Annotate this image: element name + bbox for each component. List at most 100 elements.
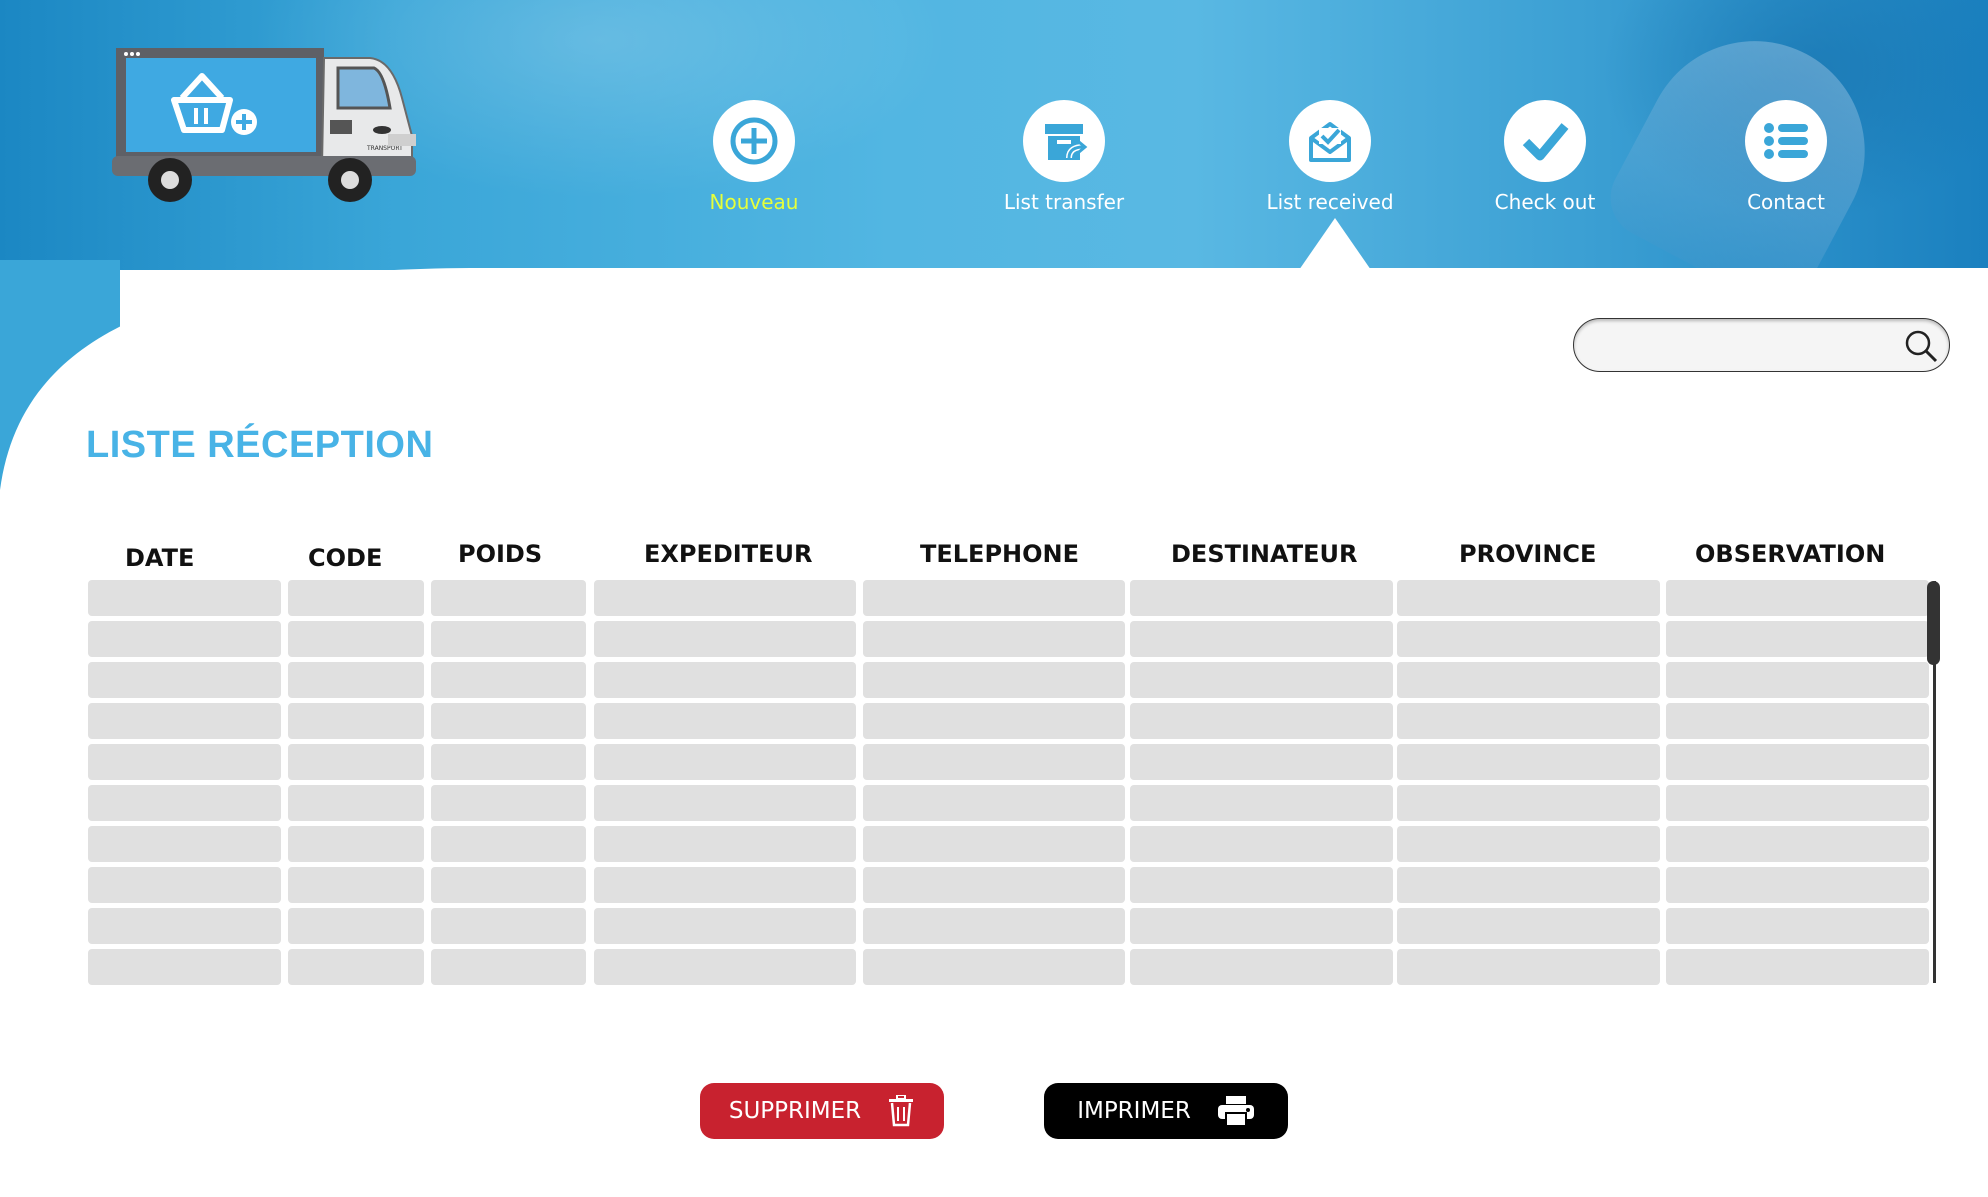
table-cell-expediteur[interactable] (594, 621, 856, 657)
nav-list-received-circle[interactable] (1289, 100, 1371, 182)
table-cell-observation[interactable] (1666, 867, 1929, 903)
table-cell-date[interactable] (88, 744, 281, 780)
table-cell-telephone[interactable] (863, 703, 1125, 739)
table-cell-province[interactable] (1397, 908, 1660, 944)
table-cell-province[interactable] (1397, 744, 1660, 780)
table-cell-observation[interactable] (1666, 785, 1929, 821)
table-cell-destinateur[interactable] (1130, 703, 1393, 739)
table-cell-poids[interactable] (431, 908, 586, 944)
table-row[interactable] (0, 785, 1988, 821)
table-scrollbar-thumb[interactable] (1927, 581, 1940, 665)
table-cell-expediteur[interactable] (594, 744, 856, 780)
table-cell-observation[interactable] (1666, 580, 1929, 616)
table-cell-observation[interactable] (1666, 703, 1929, 739)
table-cell-date[interactable] (88, 621, 281, 657)
table-row[interactable] (0, 662, 1988, 698)
table-cell-poids[interactable] (431, 785, 586, 821)
table-row[interactable] (0, 744, 1988, 780)
table-row[interactable] (0, 949, 1988, 985)
table-cell-poids[interactable] (431, 621, 586, 657)
table-cell-destinateur[interactable] (1130, 621, 1393, 657)
table-cell-date[interactable] (88, 867, 281, 903)
table-cell-expediteur[interactable] (594, 908, 856, 944)
table-cell-poids[interactable] (431, 867, 586, 903)
table-cell-province[interactable] (1397, 662, 1660, 698)
table-cell-province[interactable] (1397, 949, 1660, 985)
table-cell-date[interactable] (88, 908, 281, 944)
table-cell-date[interactable] (88, 662, 281, 698)
search-input[interactable] (1594, 329, 1888, 361)
table-cell-code[interactable] (288, 703, 424, 739)
table-row[interactable] (0, 703, 1988, 739)
table-cell-destinateur[interactable] (1130, 580, 1393, 616)
nav-list-received[interactable]: List received (1240, 100, 1420, 214)
table-cell-telephone[interactable] (863, 621, 1125, 657)
nav-list-transfer-circle[interactable] (1023, 100, 1105, 182)
nav-list-transfer[interactable]: List transfer (974, 100, 1154, 214)
table-cell-destinateur[interactable] (1130, 744, 1393, 780)
table-cell-province[interactable] (1397, 580, 1660, 616)
table-cell-telephone[interactable] (863, 867, 1125, 903)
table-cell-destinateur[interactable] (1130, 826, 1393, 862)
table-cell-destinateur[interactable] (1130, 908, 1393, 944)
table-cell-expediteur[interactable] (594, 785, 856, 821)
table-cell-code[interactable] (288, 785, 424, 821)
table-cell-telephone[interactable] (863, 908, 1125, 944)
table-cell-poids[interactable] (431, 826, 586, 862)
nav-nouveau[interactable]: Nouveau (664, 100, 844, 214)
table-cell-province[interactable] (1397, 703, 1660, 739)
table-row[interactable] (0, 826, 1988, 862)
table-cell-telephone[interactable] (863, 662, 1125, 698)
table-cell-telephone[interactable] (863, 744, 1125, 780)
table-cell-destinateur[interactable] (1130, 785, 1393, 821)
table-row[interactable] (0, 580, 1988, 616)
delete-button[interactable]: SUPPRIMER (700, 1083, 944, 1139)
table-cell-destinateur[interactable] (1130, 949, 1393, 985)
table-cell-code[interactable] (288, 580, 424, 616)
table-cell-observation[interactable] (1666, 826, 1929, 862)
table-cell-code[interactable] (288, 949, 424, 985)
table-cell-code[interactable] (288, 662, 424, 698)
table-cell-observation[interactable] (1666, 662, 1929, 698)
table-cell-expediteur[interactable] (594, 662, 856, 698)
table-cell-observation[interactable] (1666, 949, 1929, 985)
table-cell-expediteur[interactable] (594, 703, 856, 739)
table-cell-telephone[interactable] (863, 580, 1125, 616)
nav-nouveau-circle[interactable] (713, 100, 795, 182)
table-cell-expediteur[interactable] (594, 826, 856, 862)
table-cell-observation[interactable] (1666, 908, 1929, 944)
nav-check-out[interactable]: Check out (1455, 100, 1635, 214)
table-cell-date[interactable] (88, 949, 281, 985)
print-button[interactable]: IMPRIMER (1044, 1083, 1288, 1139)
table-cell-code[interactable] (288, 744, 424, 780)
table-cell-province[interactable] (1397, 621, 1660, 657)
search-icon[interactable] (1903, 328, 1939, 364)
table-cell-poids[interactable] (431, 580, 586, 616)
table-cell-province[interactable] (1397, 826, 1660, 862)
nav-contact-circle[interactable] (1745, 100, 1827, 182)
table-cell-date[interactable] (88, 703, 281, 739)
table-cell-date[interactable] (88, 826, 281, 862)
table-cell-telephone[interactable] (863, 949, 1125, 985)
table-cell-destinateur[interactable] (1130, 867, 1393, 903)
table-cell-province[interactable] (1397, 785, 1660, 821)
table-cell-telephone[interactable] (863, 785, 1125, 821)
table-row[interactable] (0, 867, 1988, 903)
table-cell-code[interactable] (288, 867, 424, 903)
table-cell-observation[interactable] (1666, 621, 1929, 657)
table-cell-poids[interactable] (431, 744, 586, 780)
table-cell-expediteur[interactable] (594, 949, 856, 985)
table-cell-code[interactable] (288, 908, 424, 944)
table-cell-code[interactable] (288, 826, 424, 862)
table-cell-poids[interactable] (431, 662, 586, 698)
table-row[interactable] (0, 908, 1988, 944)
table-cell-poids[interactable] (431, 703, 586, 739)
nav-contact[interactable]: Contact (1696, 100, 1876, 214)
nav-check-out-circle[interactable] (1504, 100, 1586, 182)
table-row[interactable] (0, 621, 1988, 657)
table-cell-code[interactable] (288, 621, 424, 657)
search-box[interactable] (1573, 318, 1950, 372)
table-cell-destinateur[interactable] (1130, 662, 1393, 698)
table-cell-telephone[interactable] (863, 826, 1125, 862)
table-cell-expediteur[interactable] (594, 580, 856, 616)
